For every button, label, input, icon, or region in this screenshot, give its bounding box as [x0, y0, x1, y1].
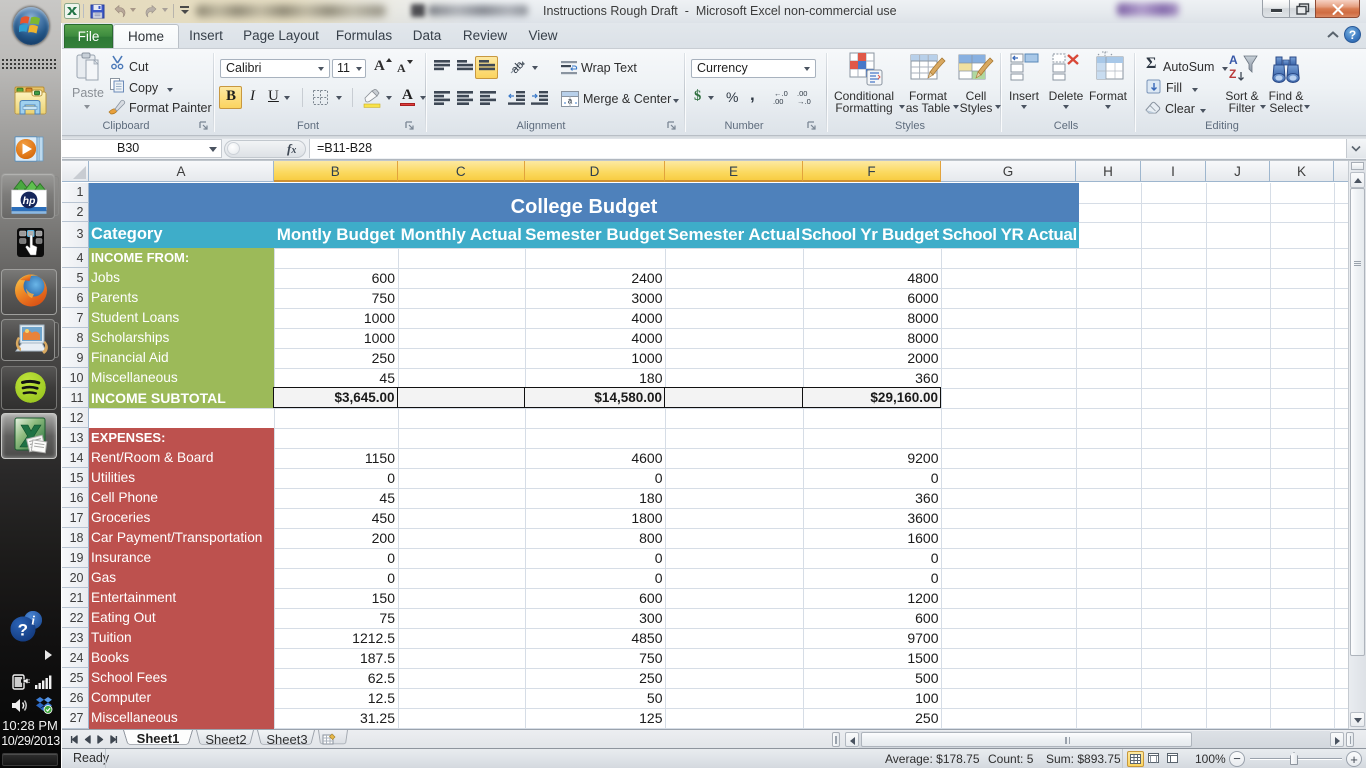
svg-text:A: A: [1229, 53, 1238, 67]
svg-text:.00: .00: [773, 97, 783, 105]
svg-text:i: i: [31, 613, 35, 628]
svg-text:a: a: [568, 97, 573, 106]
svg-text:hp: hp: [23, 195, 36, 207]
svg-text:ab: ab: [509, 59, 526, 76]
svg-text:Z: Z: [1229, 67, 1236, 81]
svg-text:→.0: →.0: [797, 97, 811, 105]
svg-text:?: ?: [18, 620, 28, 639]
